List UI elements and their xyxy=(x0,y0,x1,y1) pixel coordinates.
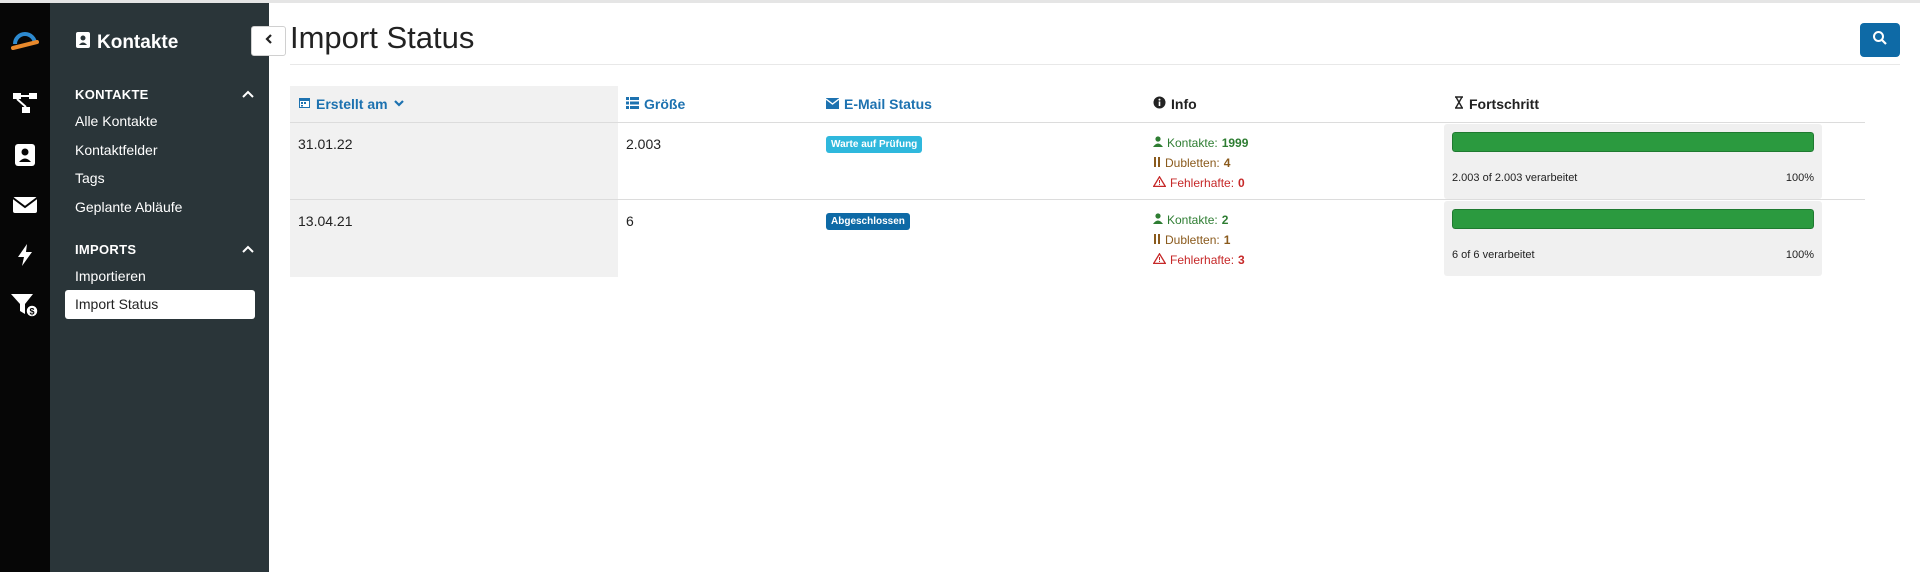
info-duplicates-value: 4 xyxy=(1223,156,1231,170)
user-icon xyxy=(1153,213,1163,227)
info-contacts: Kontakte: 1999 xyxy=(1153,136,1248,150)
divider xyxy=(290,64,1900,65)
search-icon xyxy=(1872,30,1888,51)
info-errors-value: 0 xyxy=(1238,176,1245,190)
sidebar-title-label: Kontakte xyxy=(97,32,179,53)
contacts-icon[interactable] xyxy=(9,139,41,171)
info-errors-value: 3 xyxy=(1238,253,1245,267)
collapse-sidebar-button[interactable] xyxy=(251,26,286,56)
envelope-icon xyxy=(825,96,840,112)
calendar-icon xyxy=(298,96,311,112)
sidebar-section-imports[interactable]: IMPORTS xyxy=(75,242,136,257)
cell-size: 6 xyxy=(626,213,634,229)
column-header-size-label: Größe xyxy=(644,96,686,112)
progress-text: 6 of 6 verarbeitet xyxy=(1452,249,1535,261)
sidebar-item-alle-kontakte[interactable]: Alle Kontakte xyxy=(75,113,158,129)
progress-bar xyxy=(1452,209,1814,229)
progress-panel: 6 of 6 verarbeitet 100% xyxy=(1444,201,1822,276)
info-errors-label: Fehlerhafte: xyxy=(1170,253,1235,267)
column-header-email-status-label: E-Mail Status xyxy=(844,96,932,112)
bolt-icon[interactable] xyxy=(9,239,41,271)
progress-bar xyxy=(1452,132,1814,152)
info-contacts-label: Kontakte: xyxy=(1167,213,1218,227)
info-circle-icon xyxy=(1153,96,1166,112)
sidebar-item-import-status[interactable]: Import Status xyxy=(65,290,255,319)
column-header-info: Info xyxy=(1153,86,1197,122)
progress-fill xyxy=(1452,132,1814,152)
status-badge: Abgeschlossen xyxy=(826,213,910,230)
info-errors-label: Fehlerhafte: xyxy=(1170,176,1235,190)
svg-text:$: $ xyxy=(29,307,34,317)
sidebar-section-kontakte[interactable]: KONTAKTE xyxy=(75,87,149,102)
chevron-down-icon xyxy=(393,96,405,112)
cell-highlight xyxy=(290,200,618,277)
column-header-info-label: Info xyxy=(1171,96,1197,112)
cell-highlight xyxy=(290,123,618,199)
page-title: Import Status xyxy=(290,20,475,55)
info-errors: Fehlerhafte: 0 xyxy=(1152,175,1245,190)
column-header-created-label: Erstellt am xyxy=(316,96,388,112)
info-contacts: Kontakte: 2 xyxy=(1153,213,1228,227)
flow-icon[interactable] xyxy=(9,87,41,119)
column-header-email-status[interactable]: E-Mail Status xyxy=(825,86,932,122)
progress-text: 2.003 of 2.003 verarbeitet xyxy=(1452,172,1578,184)
column-header-size[interactable]: Größe xyxy=(626,86,685,122)
progress-panel: 2.003 of 2.003 verarbeitet 100% xyxy=(1444,124,1822,199)
sidebar-item-tags[interactable]: Tags xyxy=(75,170,105,186)
chevron-left-icon xyxy=(263,32,275,50)
hourglass-icon xyxy=(1454,96,1464,112)
sidebar: Kontakte KONTAKTE Alle Kontakte Kontaktf… xyxy=(50,3,269,572)
funnel-dollar-icon[interactable]: $ xyxy=(9,289,41,321)
chevron-up-icon[interactable] xyxy=(241,87,255,101)
column-header-progress-label: Fortschritt xyxy=(1469,96,1539,112)
envelope-icon[interactable] xyxy=(9,189,41,221)
contacts-book-icon xyxy=(75,31,91,55)
progress-percent: 100% xyxy=(1785,172,1814,184)
info-duplicates-label: Dubletten: xyxy=(1165,233,1220,247)
cell-size: 2.003 xyxy=(626,136,662,152)
sidebar-item-kontaktfelder[interactable]: Kontaktfelder xyxy=(75,142,158,158)
pause-icon xyxy=(1153,156,1161,170)
info-duplicates-label: Dubletten: xyxy=(1165,156,1220,170)
logo-icon[interactable] xyxy=(9,25,41,57)
list-icon xyxy=(626,96,639,112)
status-badge: Warte auf Prüfung xyxy=(826,136,923,153)
info-duplicates: Dubletten: 4 xyxy=(1153,156,1230,170)
info-contacts-value: 1999 xyxy=(1221,136,1249,150)
progress-fill xyxy=(1452,209,1814,229)
info-contacts-label: Kontakte: xyxy=(1167,136,1218,150)
top-border xyxy=(0,0,1920,3)
cell-created: 31.01.22 xyxy=(298,136,353,152)
sidebar-item-importieren[interactable]: Importieren xyxy=(75,268,146,284)
pause-icon xyxy=(1153,233,1161,247)
warning-icon xyxy=(1152,252,1167,267)
warning-icon xyxy=(1152,175,1167,190)
sidebar-title: Kontakte xyxy=(75,31,178,55)
info-duplicates: Dubletten: 1 xyxy=(1153,233,1230,247)
search-button[interactable] xyxy=(1860,23,1900,57)
user-icon xyxy=(1153,136,1163,150)
progress-percent: 100% xyxy=(1785,249,1814,261)
column-header-created[interactable]: Erstellt am xyxy=(298,86,405,122)
column-header-progress: Fortschritt xyxy=(1454,86,1539,122)
chevron-up-icon[interactable] xyxy=(241,242,255,256)
info-contacts-value: 2 xyxy=(1221,213,1229,227)
info-errors: Fehlerhafte: 3 xyxy=(1152,252,1245,267)
sidebar-item-geplante-ablaeufe[interactable]: Geplante Abläufe xyxy=(75,199,182,215)
info-duplicates-value: 1 xyxy=(1223,233,1231,247)
cell-created: 13.04.21 xyxy=(298,213,353,229)
icon-rail: $ xyxy=(0,3,50,572)
